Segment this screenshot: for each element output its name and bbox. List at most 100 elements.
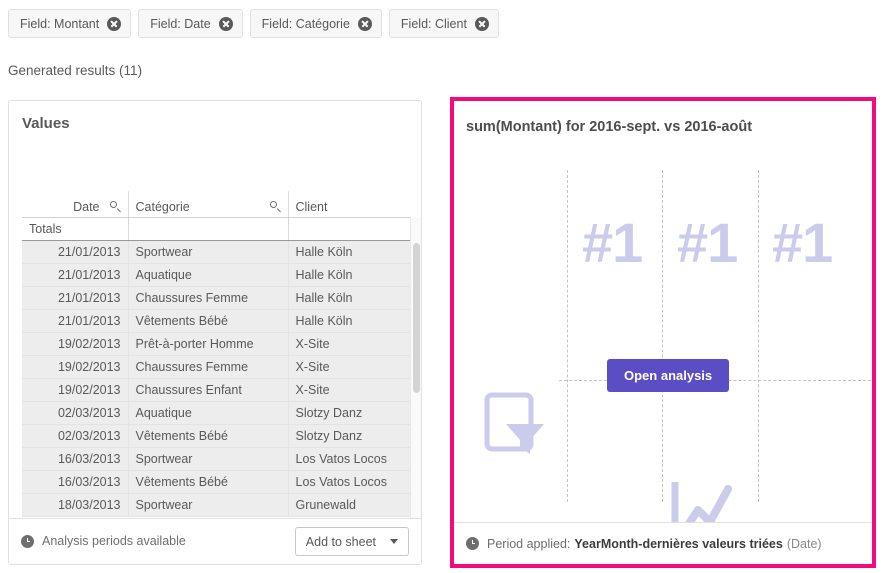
cell-date[interactable]: 02/03/2013 (22, 401, 129, 425)
cell-client[interactable]: Los Vatos Locos (288, 470, 421, 494)
cell-categorie[interactable]: Sportwear (128, 447, 289, 471)
analysis-periods-note: Analysis periods available (21, 534, 186, 548)
cell-date[interactable]: 19/02/2013 (22, 332, 129, 356)
table-row[interactable]: 16/03/2013 Vêtements Bébé Los Vatos Locos (22, 470, 421, 494)
cell-date[interactable]: 21/01/2013 (22, 263, 129, 287)
table-row[interactable]: 02/03/2013 Aquatique Slotzy Danz (22, 401, 421, 425)
cell-categorie[interactable]: Vêtements Bébé (128, 470, 289, 494)
cell-categorie[interactable]: Aquatique (128, 263, 289, 287)
cell-date[interactable]: 02/03/2013 (22, 424, 129, 448)
cell-categorie[interactable]: Chaussures Femme (128, 286, 289, 310)
search-icon[interactable] (269, 201, 281, 212)
cell-date[interactable]: 19/02/2013 (22, 355, 129, 379)
table-row[interactable]: 21/01/2013 Sportwear Halle Köln (22, 240, 421, 264)
cell-date[interactable]: 16/03/2013 (22, 447, 129, 471)
field-chip-montant[interactable]: Field: Montant (8, 9, 132, 38)
field-chip-label: Field: Catégorie (261, 16, 350, 31)
cell-date[interactable]: 21/01/2013 (22, 309, 129, 333)
values-card-footer: Analysis periods available Add to sheet (9, 518, 421, 564)
table-row[interactable]: 19/02/2013 Prêt-à-porter Homme X-Site (22, 332, 421, 356)
cell-client[interactable]: Slotzy Danz (288, 424, 421, 448)
rank-placeholder-2: #1 (677, 211, 738, 274)
values-table-head: Date Catégorie Client (22, 191, 421, 218)
values-table-body: 21/01/2013 Sportwear Halle Köln 21/01/2013 A… (22, 240, 421, 517)
cell-date[interactable]: 21/01/2013 (22, 240, 129, 264)
column-header-categorie[interactable]: Catégorie (128, 191, 289, 218)
close-circle-icon[interactable] (474, 16, 489, 31)
cell-client[interactable]: Halle Köln (288, 286, 421, 310)
rank-placeholder-1: #1 (582, 211, 643, 274)
table-row[interactable]: 21/01/2013 Vêtements Bébé Halle Köln (22, 309, 421, 333)
cell-categorie[interactable]: Chaussures Femme (128, 355, 289, 379)
cell-client[interactable]: Slotzy Danz (288, 401, 421, 425)
column-header-date[interactable]: Date (22, 191, 129, 218)
totals-client-cell (288, 217, 421, 241)
line-chart-icon (670, 480, 736, 522)
close-circle-icon[interactable] (357, 16, 372, 31)
clock-icon (466, 537, 479, 550)
chevron-down-icon[interactable] (390, 539, 398, 544)
close-circle-icon[interactable] (218, 16, 233, 31)
search-icon[interactable] (109, 201, 121, 212)
column-header-client[interactable]: Client (288, 191, 421, 218)
rank-placeholder-3: #1 (772, 211, 833, 274)
app-root: Field: Montant Field: Date Field: Catégo… (0, 0, 884, 573)
analysis-periods-label: Analysis periods available (42, 534, 186, 548)
period-applied-label: Period applied: (487, 536, 571, 551)
add-to-sheet-button[interactable]: Add to sheet (294, 527, 409, 556)
cell-client[interactable]: Los Vatos Locos (288, 447, 421, 471)
table-row[interactable]: 19/02/2013 Chaussures Enfant X-Site (22, 378, 421, 402)
values-table-wrapper[interactable]: Date Catégorie Client Totals 21/01/2013 … (22, 191, 421, 521)
period-applied-field: (Date) (786, 536, 822, 551)
cell-categorie[interactable]: Aquatique (128, 401, 289, 425)
cell-client[interactable]: Halle Köln (288, 240, 421, 264)
cell-categorie[interactable]: Sportwear (128, 493, 289, 517)
table-row[interactable]: 18/03/2013 Sportwear Grunewald (22, 493, 421, 517)
cell-categorie[interactable]: Vêtements Bébé (128, 309, 289, 333)
cell-date[interactable]: 16/03/2013 (22, 470, 129, 494)
cell-client[interactable]: Grunewald (288, 493, 421, 517)
close-circle-icon[interactable] (107, 16, 122, 31)
field-chip-date[interactable]: Field: Date (138, 9, 243, 38)
field-chip-label: Field: Client (400, 16, 467, 31)
values-table-scrollbar[interactable] (410, 217, 421, 521)
period-applied-value: YearMonth-dernières valeurs triées (574, 536, 783, 551)
cell-date[interactable]: 19/02/2013 (22, 378, 129, 402)
totals-row: Totals (22, 217, 421, 241)
cell-client[interactable]: X-Site (288, 332, 421, 356)
placeholder-divider-3 (758, 170, 759, 502)
field-chip-client[interactable]: Field: Client (388, 9, 499, 38)
totals-categorie-cell (128, 217, 289, 241)
cell-client[interactable]: X-Site (288, 355, 421, 379)
table-row[interactable]: 21/01/2013 Aquatique Halle Köln (22, 263, 421, 287)
cell-date[interactable]: 21/01/2013 (22, 286, 129, 310)
clock-icon (21, 534, 34, 548)
cell-categorie[interactable]: Sportwear (128, 240, 289, 264)
analysis-placeholder-area: #1 #1 #1 Open analysis (454, 159, 872, 522)
column-header-label: Catégorie (135, 199, 190, 214)
add-to-sheet-label: Add to sheet (305, 534, 376, 549)
cell-categorie[interactable]: Prêt-à-porter Homme (128, 332, 289, 356)
placeholder-divider-2 (662, 170, 663, 502)
table-row[interactable]: 21/01/2013 Chaussures Femme Halle Köln (22, 286, 421, 310)
values-card-title: Values (22, 115, 70, 132)
field-chip-categorie[interactable]: Field: Catégorie (249, 9, 382, 38)
field-chip-label: Field: Date (150, 16, 211, 31)
cell-client[interactable]: Halle Köln (288, 263, 421, 287)
cell-client[interactable]: Halle Köln (288, 309, 421, 333)
open-analysis-button[interactable]: Open analysis (607, 359, 730, 392)
cell-categorie[interactable]: Vêtements Bébé (128, 424, 289, 448)
cell-date[interactable]: 18/03/2013 (22, 493, 129, 517)
field-chips-bar: Field: Montant Field: Date Field: Catégo… (0, 0, 884, 47)
table-row[interactable]: 16/03/2013 Sportwear Los Vatos Locos (22, 447, 421, 471)
table-row[interactable]: 19/02/2013 Chaussures Femme X-Site (22, 355, 421, 379)
cell-client[interactable]: X-Site (288, 378, 421, 402)
cell-categorie[interactable]: Chaussures Enfant (128, 378, 289, 402)
analysis-preview-card[interactable]: sum(Montant) for 2016-sept. vs 2016-août… (450, 97, 876, 568)
scrollbar-thumb[interactable] (413, 243, 420, 393)
analysis-preview-title: sum(Montant) for 2016-sept. vs 2016-août (466, 119, 753, 135)
generated-results-label: Generated results (11) (8, 63, 143, 78)
values-table-totals: Totals (22, 217, 421, 241)
column-header-label: Client (295, 199, 328, 214)
table-row[interactable]: 02/03/2013 Vêtements Bébé Slotzy Danz (22, 424, 421, 448)
